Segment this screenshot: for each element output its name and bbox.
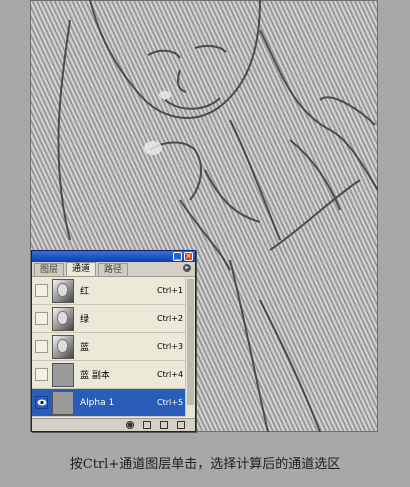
minimize-icon[interactable]: _: [173, 252, 182, 261]
palette-tabs: 图层 通道 路径 ▸: [32, 262, 195, 277]
channel-thumbnail: [52, 306, 74, 331]
channel-name: 绿: [80, 315, 90, 325]
close-icon[interactable]: ×: [184, 252, 193, 261]
palette-scrollbar[interactable]: [185, 277, 195, 417]
palette-menu-icon[interactable]: ▸: [183, 264, 191, 272]
palette-titlebar[interactable]: _ ×: [32, 251, 195, 262]
channel-thumbnail: [52, 334, 74, 359]
eye-icon: [37, 399, 46, 406]
scrollbar-thumb[interactable]: [187, 279, 194, 405]
save-selection-icon[interactable]: [143, 421, 151, 429]
channel-row-blue-copy[interactable]: 蓝 副本 Ctrl+4: [32, 361, 195, 389]
channel-row-red[interactable]: 红 Ctrl+1: [32, 277, 195, 305]
tutorial-caption: 按Ctrl+通道图层单击，选择计算后的通道选区: [69, 457, 341, 472]
new-channel-icon[interactable]: [160, 421, 168, 429]
load-selection-icon[interactable]: [126, 421, 134, 429]
visibility-toggle[interactable]: [35, 368, 48, 381]
trash-icon[interactable]: [177, 421, 185, 429]
channel-row-blue[interactable]: 蓝 Ctrl+3: [32, 333, 195, 361]
channel-row-green[interactable]: 绿 Ctrl+2: [32, 305, 195, 333]
tab-layers[interactable]: 图层: [34, 263, 65, 276]
palette-footer: [32, 418, 195, 431]
channel-name: Alpha 1: [80, 397, 115, 408]
channel-name: 红: [80, 287, 90, 297]
channel-thumbnail: [52, 278, 74, 303]
channels-palette: _ × 图层 通道 路径 ▸ 红 Ctrl+1 绿 Ctrl+2 蓝 Ctrl+…: [31, 250, 196, 432]
channel-thumbnail: [52, 362, 74, 387]
channel-list: 红 Ctrl+1 绿 Ctrl+2 蓝 Ctrl+3 蓝 副本 Ctrl+4 A…: [32, 277, 195, 417]
visibility-toggle[interactable]: [35, 340, 48, 353]
channel-row-alpha-1[interactable]: Alpha 1 Ctrl+5: [32, 389, 195, 417]
channel-name: 蓝 副本: [80, 371, 110, 381]
visibility-toggle[interactable]: [35, 284, 48, 297]
visibility-toggle[interactable]: [35, 312, 48, 325]
tab-channels[interactable]: 通道: [66, 262, 97, 276]
visibility-toggle[interactable]: [35, 396, 48, 409]
channel-name: 蓝: [80, 343, 90, 353]
tab-paths[interactable]: 路径: [98, 263, 129, 276]
channel-thumbnail: [52, 390, 74, 415]
